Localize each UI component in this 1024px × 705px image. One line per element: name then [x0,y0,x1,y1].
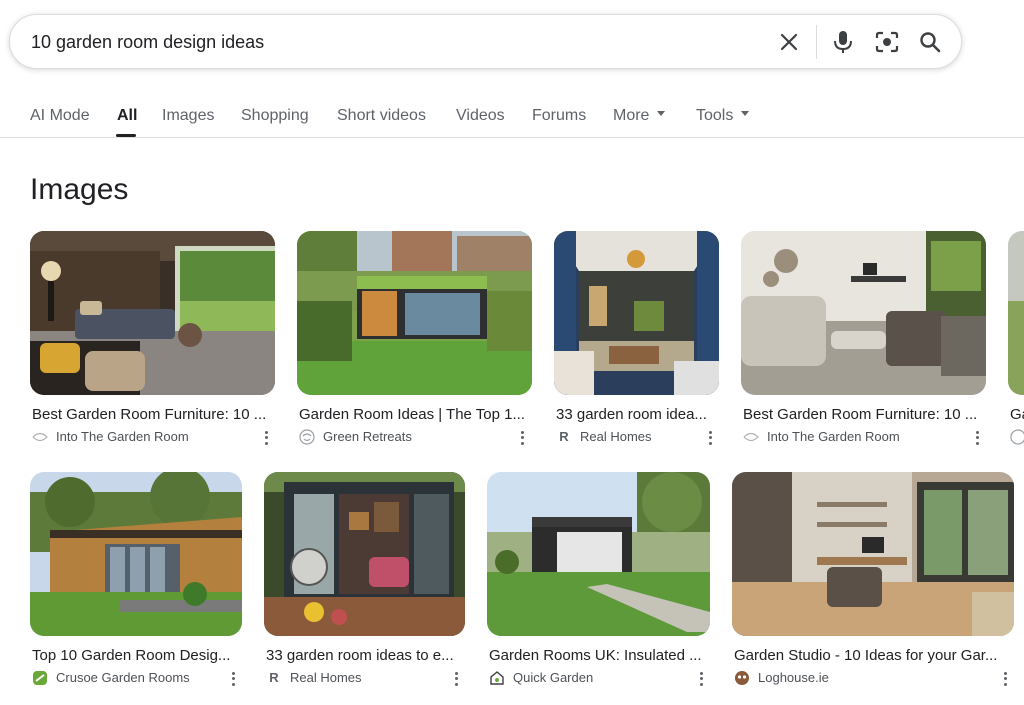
image-result-card[interactable]: Garden Studio - 10 Ideas for your Gar...… [732,472,1014,687]
image-result-card[interactable]: 33 garden room ideas to e... R Real Home… [264,472,465,687]
tab-videos[interactable]: Videos [456,106,505,126]
chevron-down-icon [741,111,750,117]
chevron-down-icon [657,111,666,117]
result-source[interactable]: Into The Garden Room [32,429,189,445]
tab-tools-label: Tools [696,107,734,124]
result-title[interactable]: Garden Studio - 10 Ideas for your Gar... [734,647,1011,665]
more-options-icon[interactable] [695,671,707,687]
camera-lens-icon[interactable] [874,29,900,55]
result-title[interactable]: Garden Room Ideas | The Top 1... [299,406,529,424]
loghouse-logo-icon [734,670,750,686]
result-source[interactable]: Loghouse.ie [734,670,829,686]
result-thumbnail[interactable] [741,231,986,395]
result-thumbnail[interactable] [554,231,719,395]
source-name: Green Retreats [323,429,412,444]
result-title[interactable]: 33 garden room idea... [556,406,716,424]
image-result-card[interactable]: 33 garden room idea... R Real Homes [554,231,719,446]
image-result-card[interactable]: Garden Rooms UK: Insulated ... Quick Gar… [487,472,710,687]
source-name: Quick Garden [513,670,594,685]
result-source[interactable] [1010,429,1024,445]
more-options-icon[interactable] [260,430,272,446]
result-thumbnail[interactable] [30,231,275,395]
search-input[interactable]: 10 garden room design ideas [31,31,264,53]
result-source[interactable]: R Real Homes [556,429,652,445]
result-title[interactable]: Ga [1010,406,1024,424]
green-retreats-logo-icon [299,429,315,445]
source-name: Real Homes [290,670,362,685]
result-thumbnail[interactable] [487,472,710,636]
image-result-card[interactable]: Top 10 Garden Room Desig... Crusoe Garde… [30,472,242,687]
result-title[interactable]: Best Garden Room Furniture: 10 ... [743,406,983,424]
real-homes-logo-icon: R [269,670,279,685]
result-title[interactable]: Garden Rooms UK: Insulated ... [489,647,707,665]
tab-forums[interactable]: Forums [532,106,586,126]
green-retreats-logo-icon [1010,429,1024,445]
source-name: Into The Garden Room [56,429,189,444]
result-source[interactable]: Green Retreats [299,429,412,445]
more-options-icon[interactable] [999,671,1011,687]
more-options-icon[interactable] [704,430,716,446]
image-result-card[interactable]: Ga [1008,231,1024,446]
search-bar[interactable]: 10 garden room design ideas [9,14,962,69]
more-options-icon[interactable] [971,430,983,446]
tab-images[interactable]: Images [162,106,214,126]
source-name: Crusoe Garden Rooms [56,670,190,685]
search-divider [816,25,817,59]
section-title: Images [30,173,129,206]
result-thumbnail[interactable] [264,472,465,636]
tab-ai-mode[interactable]: AI Mode [30,106,90,126]
image-result-card[interactable]: Best Garden Room Furniture: 10 ... Into … [741,231,986,446]
tab-short-videos[interactable]: Short videos [337,106,426,126]
result-title[interactable]: Top 10 Garden Room Desig... [32,647,239,665]
quick-garden-logo-icon [489,670,505,686]
tab-more-label: More [613,107,650,124]
leaf-logo-icon [32,429,48,445]
more-options-icon[interactable] [227,671,239,687]
result-title[interactable]: Best Garden Room Furniture: 10 ... [32,406,272,424]
result-source[interactable]: Crusoe Garden Rooms [32,670,190,686]
source-name: Loghouse.ie [758,670,829,685]
active-tab-indicator [116,134,136,137]
tab-all[interactable]: All [117,106,137,126]
source-name: Real Homes [580,429,652,444]
crusoe-logo-icon [32,670,48,686]
tab-tools[interactable]: Tools [696,106,750,126]
result-thumbnail[interactable] [732,472,1014,636]
more-options-icon[interactable] [516,430,528,446]
result-thumbnail[interactable] [1008,231,1024,395]
search-icon[interactable] [917,29,943,55]
real-homes-logo-icon: R [559,429,569,444]
result-source[interactable]: Quick Garden [489,670,593,686]
microphone-icon[interactable] [830,29,856,55]
leaf-logo-icon [743,429,759,445]
more-options-icon[interactable] [450,671,462,687]
image-result-card[interactable]: Garden Room Ideas | The Top 1... Green R… [297,231,532,446]
result-thumbnail[interactable] [30,472,242,636]
tab-shopping[interactable]: Shopping [241,106,309,126]
source-name: Into The Garden Room [767,429,900,444]
result-thumbnail[interactable] [297,231,532,395]
close-icon[interactable] [776,29,802,55]
tab-more[interactable]: More [613,106,666,126]
result-source[interactable]: R Real Homes [266,670,362,686]
search-tabs: AI Mode All Images Shopping Short videos… [0,96,1024,138]
result-title[interactable]: 33 garden room ideas to e... [266,647,462,665]
result-source[interactable]: Into The Garden Room [743,429,900,445]
image-result-card[interactable]: Best Garden Room Furniture: 10 ... Into … [30,231,275,446]
